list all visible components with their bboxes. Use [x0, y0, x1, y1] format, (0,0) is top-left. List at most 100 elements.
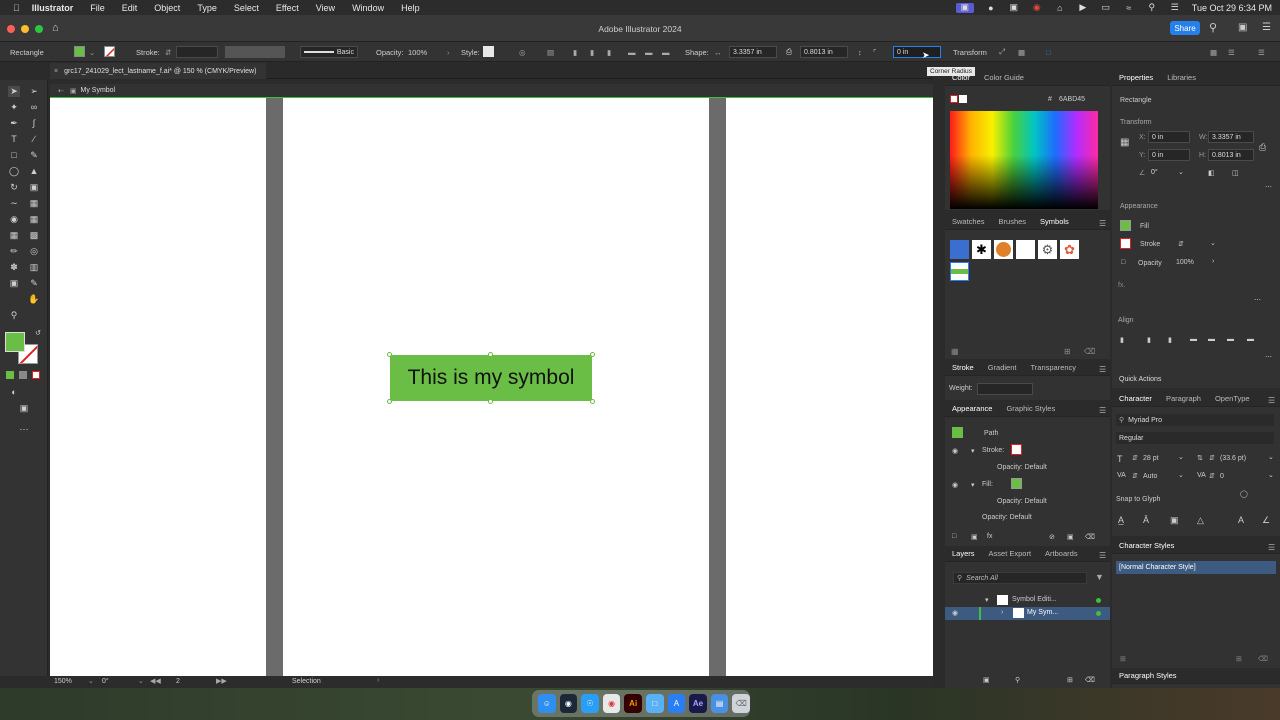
- resize-handle[interactable]: [590, 399, 595, 404]
- record-icon[interactable]: ●: [985, 3, 997, 13]
- font-family-field[interactable]: ⚲ Myriad Pro: [1116, 414, 1274, 426]
- tab-paragraph[interactable]: Paragraph: [1159, 394, 1208, 403]
- locate-object-icon[interactable]: ⚲: [1015, 676, 1020, 684]
- tab-layers[interactable]: Layers: [945, 549, 982, 558]
- panel-menu-icon[interactable]: ☰: [1099, 551, 1106, 560]
- artboard-number[interactable]: 2: [176, 678, 180, 685]
- scale-tool-icon[interactable]: ▣: [28, 182, 40, 193]
- layer-row-symbol-editing[interactable]: ▾ Symbol Editi...: [945, 594, 1110, 607]
- document-tab[interactable]: × grc17_241029_lect_lastname_f.ai* @ 150…: [50, 63, 267, 79]
- stroke-stepper[interactable]: ⇵: [1178, 240, 1184, 248]
- tab-stroke[interactable]: Stroke: [945, 363, 981, 372]
- snap-proximity-icon[interactable]: △: [1197, 515, 1204, 526]
- app-store-icon[interactable]: A: [667, 694, 686, 713]
- chevron-down-icon[interactable]: ⌄: [1210, 239, 1216, 247]
- stroke-none-swatch[interactable]: [1011, 444, 1022, 455]
- character-rotation-icon[interactable]: ◯: [1240, 490, 1248, 498]
- hex-value[interactable]: 6ABD45: [1059, 96, 1085, 103]
- artboard-nav-next-icon[interactable]: ▶▶: [216, 677, 227, 685]
- rotate-view[interactable]: 0°: [102, 678, 109, 685]
- swap-colors-icon[interactable]: ↺: [32, 328, 44, 339]
- edit-symbol-icon[interactable]: □: [1046, 46, 1051, 58]
- type-tool-icon[interactable]: T: [8, 134, 20, 145]
- layer-row-my-symbol[interactable]: ◉ › My Sym...: [945, 607, 1110, 620]
- symbol-swatch-flower[interactable]: ✿: [1060, 240, 1079, 259]
- control-menu-icon[interactable]: ☰: [1228, 46, 1235, 58]
- tracking-stepper[interactable]: ⇵: [1209, 472, 1215, 480]
- align-right-icon[interactable]: ▮: [1168, 336, 1172, 344]
- chevron-down-icon[interactable]: ⌄: [1178, 453, 1184, 461]
- color-spectrum[interactable]: [950, 111, 1098, 209]
- w-field[interactable]: 3.3357 in: [1208, 131, 1254, 143]
- width-field[interactable]: 3.3357 in: [729, 46, 777, 58]
- fill-swatch[interactable]: [1011, 478, 1022, 489]
- artboard-nav-icon[interactable]: ◀◀: [150, 677, 161, 685]
- symbol-swatch-orange[interactable]: [994, 240, 1013, 259]
- search-icon[interactable]: ⚲: [1209, 21, 1217, 34]
- brush-definition[interactable]: Basic: [300, 46, 358, 58]
- menu-file[interactable]: File: [90, 3, 105, 13]
- paintbrush-icon[interactable]: ✎: [28, 150, 40, 161]
- opacity-label[interactable]: Opacity:: [376, 46, 404, 58]
- align-top-icon[interactable]: ▬: [628, 46, 636, 58]
- menu-object[interactable]: Object: [154, 3, 180, 13]
- curvature-tool-icon[interactable]: ∫: [28, 118, 40, 129]
- symbol-library-icon[interactable]: ▦: [951, 347, 959, 356]
- after-effects-icon[interactable]: Ae: [689, 694, 707, 713]
- layer-name[interactable]: Symbol Editi...: [1012, 596, 1057, 603]
- breadcrumb-symbol[interactable]: My Symbol: [81, 87, 116, 94]
- eraser-icon[interactable]: ▲: [28, 166, 40, 177]
- symbol-sprayer-icon[interactable]: ✽: [8, 262, 20, 273]
- close-tab-icon[interactable]: ×: [54, 68, 58, 75]
- link-icon[interactable]: ⎙: [1259, 142, 1266, 153]
- snap-angular-icon[interactable]: A: [1238, 515, 1244, 525]
- trash-icon[interactable]: ⌫: [732, 694, 750, 713]
- eye-icon[interactable]: ◉: [952, 609, 958, 617]
- column-graph-icon[interactable]: ▥: [28, 262, 40, 273]
- zoom-tool-icon[interactable]: ⚲: [8, 310, 20, 321]
- weight-field[interactable]: [977, 383, 1033, 395]
- menu-help[interactable]: Help: [401, 3, 420, 13]
- more-icon[interactable]: ☰: [1258, 46, 1265, 58]
- tracking-value[interactable]: 0: [1220, 473, 1224, 480]
- chevron-down-icon[interactable]: ▾: [971, 447, 975, 455]
- blend-tool-icon[interactable]: ◎: [28, 246, 40, 257]
- font-style-field[interactable]: Regular: [1116, 432, 1274, 444]
- new-style-icon[interactable]: ⊞: [1236, 655, 1242, 663]
- rotate-tool-icon[interactable]: ↻: [8, 182, 20, 193]
- chevron-down-icon[interactable]: ⌄: [1268, 471, 1274, 479]
- more-options-icon[interactable]: ⋯: [1265, 183, 1272, 191]
- chevron-down-icon[interactable]: ⌄: [138, 677, 144, 685]
- stroke-swatch[interactable]: [104, 46, 115, 57]
- fx-icon[interactable]: fx.: [1118, 282, 1125, 289]
- snap-angle-icon[interactable]: ∠: [1262, 515, 1270, 526]
- wifi-icon[interactable]: ≈: [1123, 3, 1135, 13]
- resize-handle[interactable]: [488, 352, 493, 357]
- character-style-item[interactable]: [Normal Character Style]: [1116, 561, 1276, 574]
- pen-tool-icon[interactable]: ✒: [8, 118, 20, 129]
- draw-mode-icon[interactable]: ◐: [8, 387, 20, 398]
- add-fill-icon[interactable]: ▣: [971, 533, 978, 541]
- tab-swatches[interactable]: Swatches: [945, 217, 992, 226]
- filter-icon[interactable]: ▼: [1095, 572, 1104, 582]
- collect-export-icon[interactable]: ▣: [983, 676, 990, 684]
- resize-handle[interactable]: [387, 352, 392, 357]
- workspace-icon[interactable]: ▣: [1238, 22, 1247, 33]
- control-center-icon[interactable]: ☰: [1169, 2, 1181, 13]
- tab-appearance[interactable]: Appearance: [945, 404, 999, 413]
- fill-swatch[interactable]: [74, 46, 85, 57]
- stroke-swatch[interactable]: [1120, 238, 1131, 249]
- isolate-icon[interactable]: ▦: [1018, 46, 1025, 58]
- height-field[interactable]: 0.8013 in: [800, 46, 848, 58]
- width-tool-icon[interactable]: ∼: [8, 198, 20, 209]
- rectangle-tool-icon[interactable]: □: [8, 150, 20, 161]
- appearance-opacity-1[interactable]: Opacity: Default: [997, 464, 1047, 471]
- stroke-weight-field[interactable]: [176, 46, 218, 58]
- perspective-grid-icon[interactable]: ▦: [28, 214, 40, 225]
- folder-icon[interactable]: □: [645, 694, 664, 713]
- align-left-icon[interactable]: ▮: [1120, 336, 1124, 344]
- new-layer-icon[interactable]: ⊞: [1067, 676, 1073, 684]
- safari-icon[interactable]: ☉: [581, 694, 599, 713]
- align-right-icon[interactable]: ▮: [607, 46, 611, 58]
- chevron-right-icon[interactable]: ›: [1212, 258, 1214, 265]
